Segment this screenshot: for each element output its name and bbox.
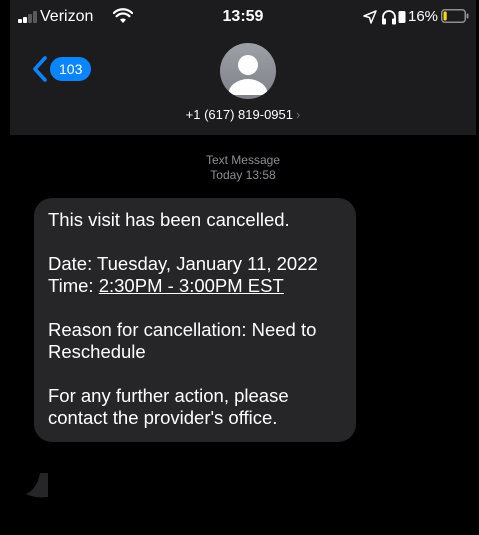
- message-time-label: Time:: [48, 275, 99, 296]
- contact-number: +1 (617) 819-0951: [185, 107, 293, 122]
- bubble-tail: [26, 473, 48, 498]
- message-reason: Reason for cancellation: Need to Resched…: [48, 319, 317, 362]
- message-meta: Text Message Today 13:58: [10, 153, 476, 183]
- message-timestamp: Today 13:58: [210, 168, 276, 182]
- person-icon: [228, 55, 268, 95]
- chevron-left-icon: [33, 56, 47, 82]
- message-line: This visit has been cancelled.: [48, 209, 290, 230]
- conversation-header: Verizon 13:59 16% 103 +1 (617) 819-0951 …: [10, 0, 476, 135]
- message-date-text: Date: Tuesday, January 11, 2022: [48, 253, 318, 274]
- battery-percent: 16%: [408, 8, 439, 25]
- status-bar: Verizon 13:59 16%: [10, 0, 476, 32]
- location-arrow-icon: [363, 10, 377, 24]
- message-time-link[interactable]: 2:30PM - 3:00PM EST: [99, 275, 284, 296]
- contact-name-button[interactable]: +1 (617) 819-0951 ›: [10, 107, 476, 122]
- message-date: Date: Tuesday, January 11, 2022 Time: 2:3…: [48, 253, 342, 297]
- message-bubble[interactable]: This visit has been cancelled. Date: Tue…: [34, 198, 356, 442]
- chevron-right-icon: ›: [296, 107, 301, 122]
- back-button[interactable]: 103: [32, 56, 92, 82]
- messages-screen: Verizon 13:59 16% 103 +1 (617) 819-0951 …: [10, 0, 476, 535]
- contact-avatar[interactable]: [220, 43, 276, 99]
- orientation-lock-icon: [398, 11, 406, 23]
- headphones-icon: [382, 10, 396, 25]
- unread-count-badge: 103: [50, 57, 92, 81]
- service-label: Text Message: [205, 153, 281, 167]
- battery-icon: [441, 9, 469, 23]
- message-action: For any further action, please contact t…: [48, 385, 289, 428]
- status-time: 13:59: [222, 8, 264, 25]
